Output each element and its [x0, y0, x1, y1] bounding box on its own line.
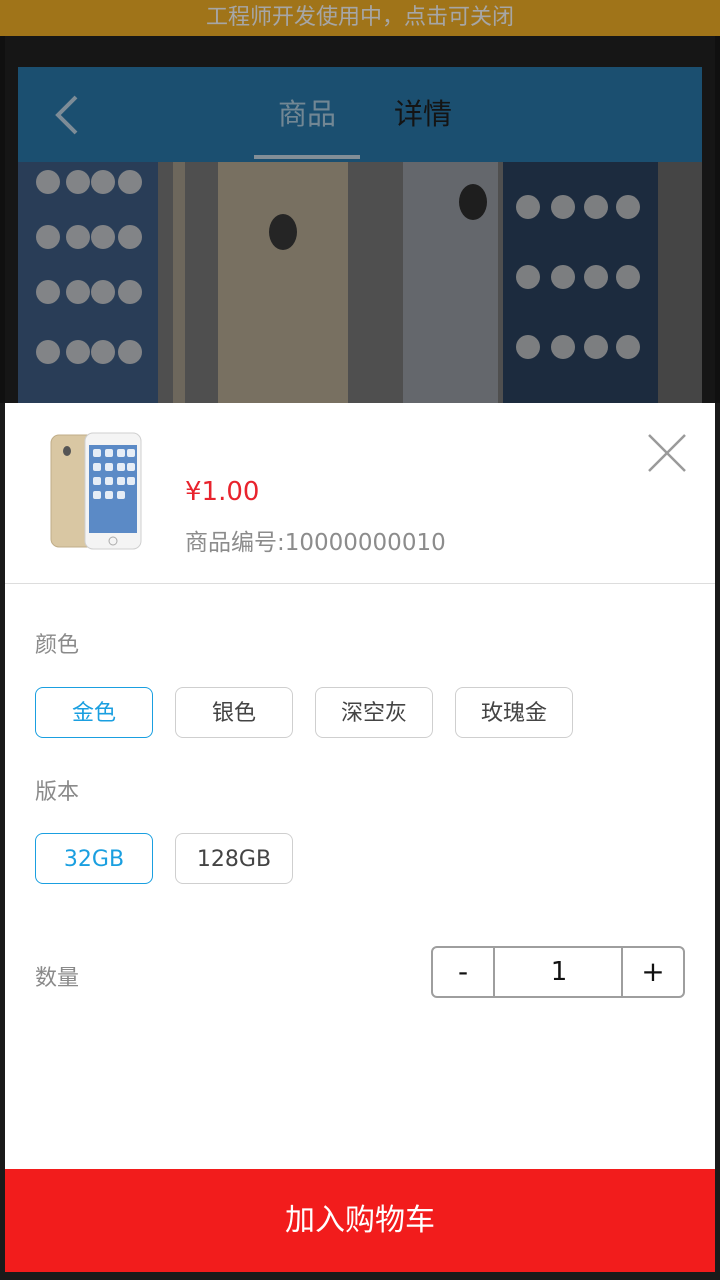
color-option-silver[interactable]: 银色 [175, 687, 293, 738]
decrement-button[interactable]: - [433, 948, 495, 996]
add-to-cart-button[interactable]: 加入购物车 [5, 1169, 715, 1272]
color-option-rose-gold[interactable]: 玫瑰金 [455, 687, 573, 738]
version-section-label: 版本 [35, 780, 80, 805]
version-option-128gb[interactable]: 128GB [175, 833, 293, 884]
close-button[interactable] [645, 431, 689, 475]
product-sku: 商品编号:10000000010 [185, 530, 446, 556]
version-option-32gb[interactable]: 32GB [35, 833, 153, 884]
modal-backdrop[interactable] [0, 0, 720, 403]
color-section-label: 颜色 [35, 633, 80, 658]
phone-thumbnail-image [50, 432, 142, 550]
header-divider [5, 583, 715, 584]
quantity-input[interactable]: 1 [495, 948, 623, 996]
color-option-space-gray[interactable]: 深空灰 [315, 687, 433, 738]
product-price: ¥1.00 [185, 477, 260, 507]
quantity-label: 数量 [35, 966, 80, 991]
sku-selector-sheet: ¥1.00 商品编号:10000000010 颜色 金色 银色 深空灰 玫瑰金 … [5, 403, 715, 1272]
color-option-gold[interactable]: 金色 [35, 687, 153, 738]
quantity-stepper: - 1 + [431, 946, 685, 998]
close-icon [648, 434, 686, 472]
product-thumbnail [49, 431, 145, 553]
increment-button[interactable]: + [621, 948, 683, 996]
